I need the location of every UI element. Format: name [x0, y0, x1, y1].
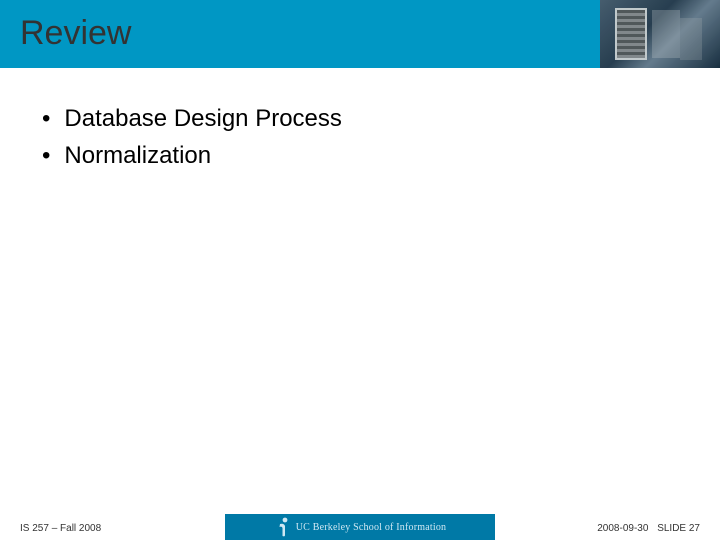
footer: IS 257 – Fall 2008 UC Berkeley School of… [0, 514, 720, 540]
bullet-text: Database Design Process [64, 100, 341, 137]
slide-title: Review [20, 14, 131, 53]
footer-institution-badge: UC Berkeley School of Information [225, 514, 495, 540]
footer-slide-info: 2008-09-30 SLIDE 27 [597, 523, 700, 534]
bullet-dot-icon: • [42, 137, 50, 174]
bullet-item: • Normalization [42, 137, 680, 174]
slide-content: • Database Design Process • Normalizatio… [42, 100, 680, 174]
footer-course-label: IS 257 – Fall 2008 [20, 523, 101, 534]
footer-date: 2008-09-30 [597, 523, 648, 534]
footer-institution-text: UC Berkeley School of Information [296, 522, 446, 533]
footer-slide-number: 27 [689, 523, 700, 534]
bullet-item: • Database Design Process [42, 100, 680, 137]
bullet-text: Normalization [64, 137, 211, 174]
header-decorative-image [600, 0, 720, 68]
footer-slide-label: SLIDE [657, 523, 686, 534]
bullet-dot-icon: • [42, 100, 50, 137]
ischool-logo-icon [274, 517, 290, 537]
